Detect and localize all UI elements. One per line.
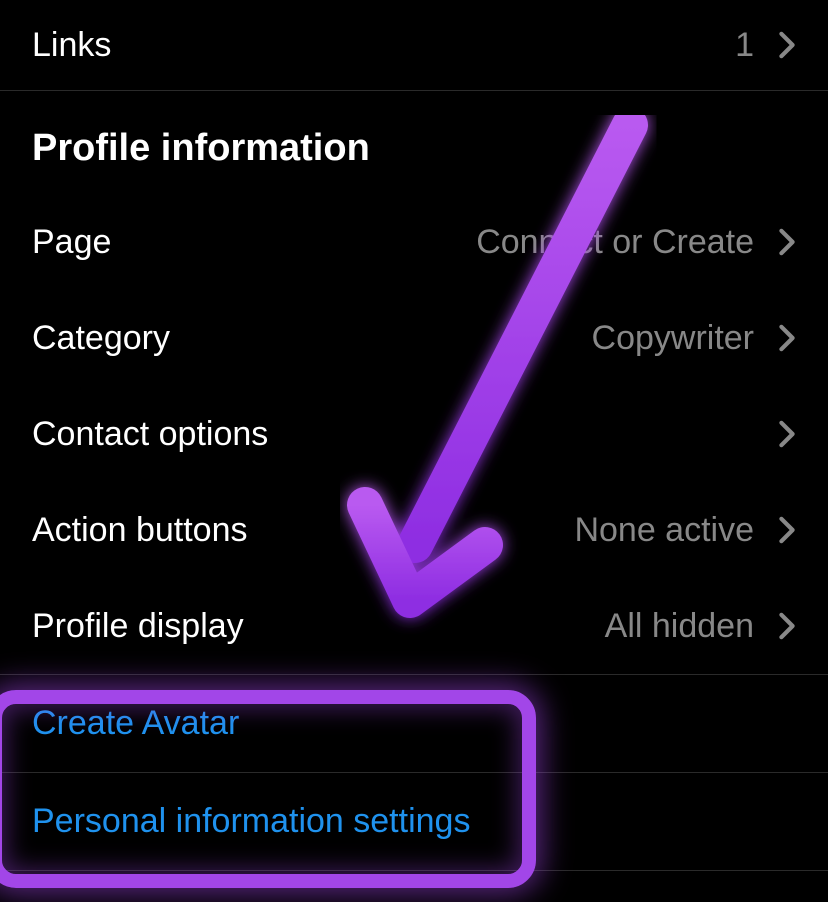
- links-right: 1: [735, 26, 796, 65]
- personal-info-link[interactable]: Personal information settings: [0, 773, 828, 870]
- action-buttons-row[interactable]: Action buttons None active: [0, 482, 828, 578]
- links-row[interactable]: Links 1: [0, 0, 828, 90]
- action-label: Action buttons: [32, 511, 247, 550]
- action-right: None active: [574, 511, 796, 550]
- category-value: Copywriter: [592, 319, 754, 358]
- links-value: 1: [735, 26, 754, 65]
- page-row[interactable]: Page Connect or Create: [0, 194, 828, 290]
- category-label: Category: [32, 319, 170, 358]
- page-value: Connect or Create: [476, 223, 754, 262]
- divider: [0, 870, 828, 871]
- contact-label: Contact options: [32, 415, 268, 454]
- contact-right: [754, 420, 796, 448]
- chevron-right-icon: [778, 324, 796, 352]
- create-avatar-link[interactable]: Create Avatar: [0, 675, 828, 772]
- display-right: All hidden: [605, 607, 796, 646]
- chevron-right-icon: [778, 612, 796, 640]
- create-avatar-text: Create Avatar: [32, 704, 239, 743]
- profile-display-row[interactable]: Profile display All hidden: [0, 578, 828, 674]
- display-label: Profile display: [32, 607, 244, 646]
- page-label: Page: [32, 223, 111, 262]
- chevron-right-icon: [778, 516, 796, 544]
- action-value: None active: [574, 511, 754, 550]
- chevron-right-icon: [778, 420, 796, 448]
- personal-info-text: Personal information settings: [32, 802, 470, 841]
- section-header: Profile information: [0, 91, 828, 194]
- chevron-right-icon: [778, 31, 796, 59]
- links-label: Links: [32, 26, 111, 65]
- contact-options-row[interactable]: Contact options: [0, 386, 828, 482]
- page-right: Connect or Create: [476, 223, 796, 262]
- chevron-right-icon: [778, 228, 796, 256]
- category-row[interactable]: Category Copywriter: [0, 290, 828, 386]
- section-title: Profile information: [32, 127, 796, 170]
- category-right: Copywriter: [592, 319, 796, 358]
- display-value: All hidden: [605, 607, 754, 646]
